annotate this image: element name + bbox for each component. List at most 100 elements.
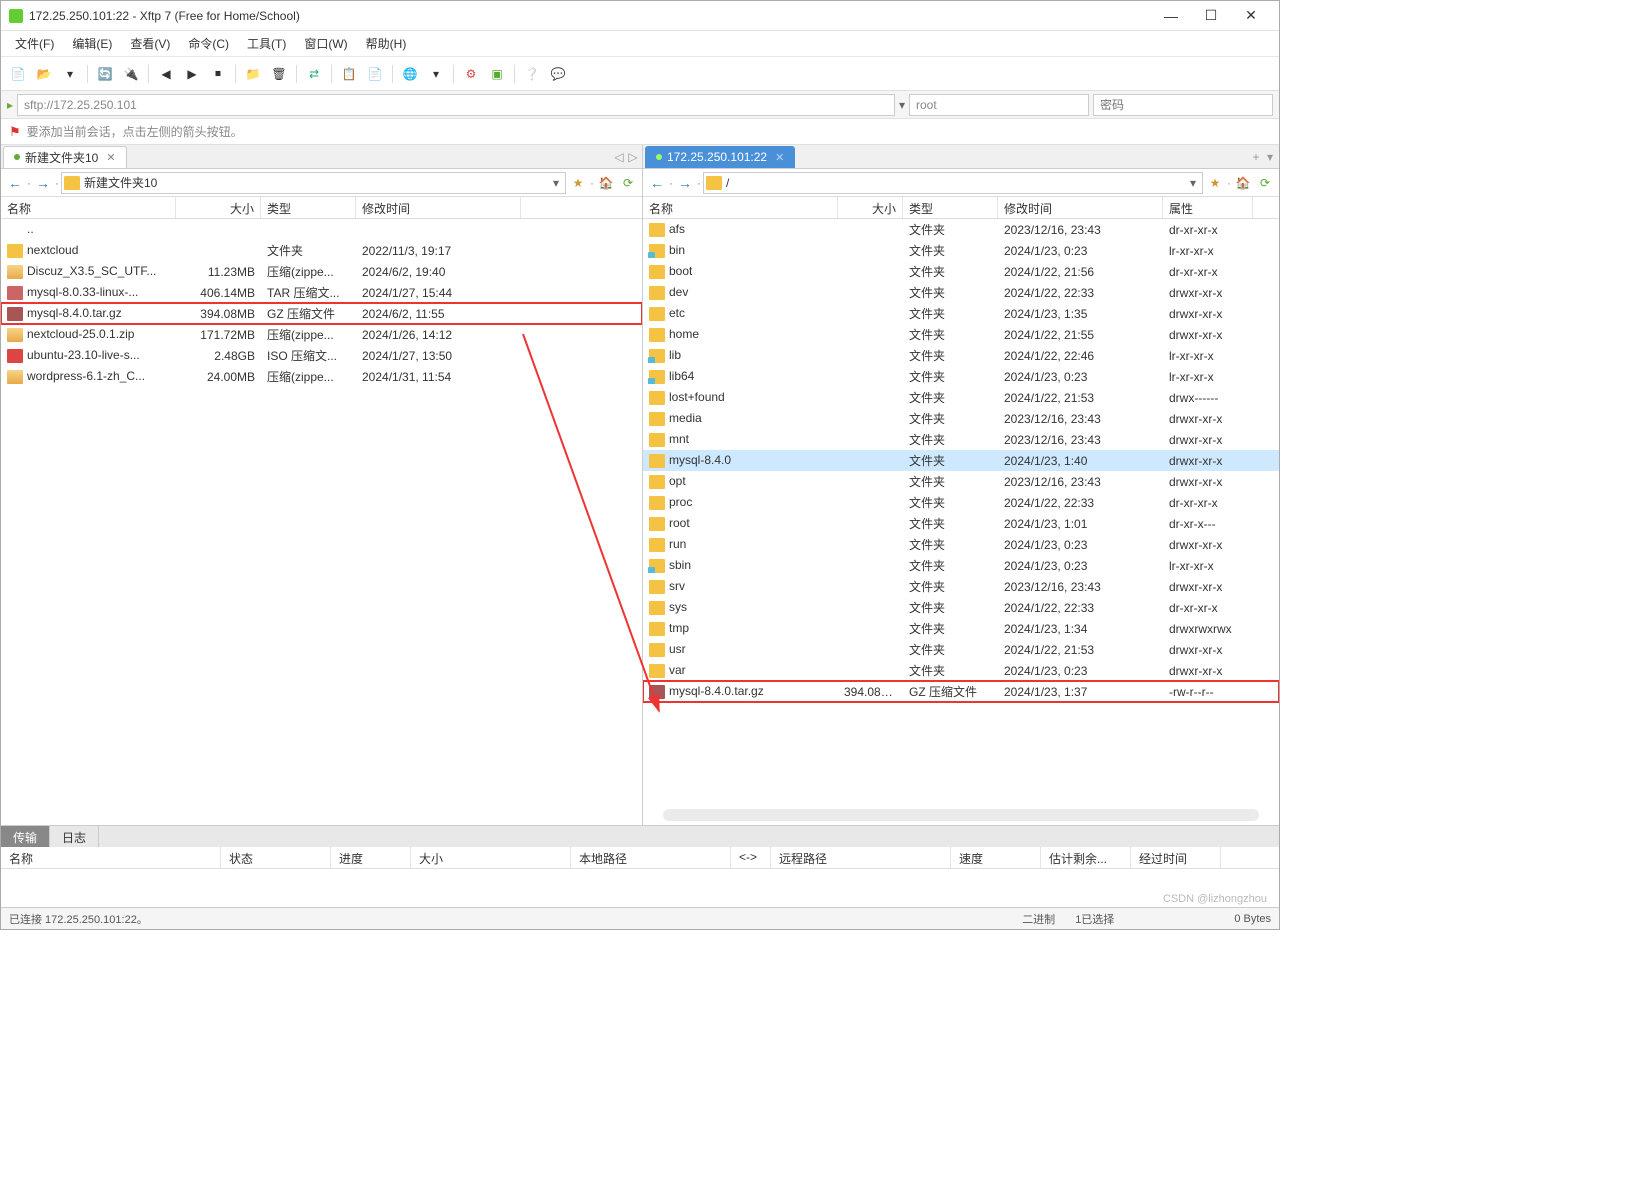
bookmark-icon[interactable]: ★ xyxy=(1205,173,1225,193)
file-row[interactable]: lib文件夹2024/1/22, 22:46lr-xr-xr-x xyxy=(643,345,1279,366)
file-row[interactable]: boot文件夹2024/1/22, 21:56dr-xr-xr-x xyxy=(643,261,1279,282)
home-icon[interactable]: 🏠 xyxy=(1233,173,1253,193)
nav-forward[interactable]: → xyxy=(675,173,695,193)
file-row[interactable]: lost+found文件夹2024/1/22, 21:53drwx------ xyxy=(643,387,1279,408)
web-button[interactable]: 🌐 xyxy=(399,63,421,85)
nav-forward[interactable]: → xyxy=(33,173,53,193)
local-file-list[interactable]: ..nextcloud文件夹2022/11/3, 19:17Discuz_X3.… xyxy=(1,219,642,825)
remote-path-input[interactable]: / ▾ xyxy=(703,172,1203,194)
file-row[interactable]: opt文件夹2023/12/16, 23:43drwxr-xr-x xyxy=(643,471,1279,492)
help-button[interactable]: ❔ xyxy=(521,63,543,85)
transfer-col[interactable]: 进度 xyxy=(331,847,411,868)
transfer-col[interactable]: 远程路径 xyxy=(771,847,951,868)
reconnect-button[interactable]: 🔄 xyxy=(94,63,116,85)
transfer-col[interactable]: <-> xyxy=(731,847,771,868)
transfer-col[interactable]: 经过时间 xyxy=(1131,847,1221,868)
tab-menu[interactable]: ▾ xyxy=(1263,150,1277,164)
file-row[interactable]: sbin文件夹2024/1/23, 0:23lr-xr-xr-x xyxy=(643,555,1279,576)
file-row[interactable]: root文件夹2024/1/23, 1:01dr-xr-x--- xyxy=(643,513,1279,534)
file-row[interactable]: mysql-8.4.0.tar.gz394.08MBGZ 压缩文件2024/6/… xyxy=(1,303,642,324)
menu-item[interactable]: 查看(V) xyxy=(122,32,178,55)
log-tab[interactable]: 日志 xyxy=(50,826,99,847)
file-row[interactable]: mysql-8.4.0文件夹2024/1/23, 1:40drwxr-xr-x xyxy=(643,450,1279,471)
file-row[interactable]: ubuntu-23.10-live-s...2.48GBISO 压缩文...20… xyxy=(1,345,642,366)
back-button[interactable]: ◀ xyxy=(155,63,177,85)
path-dropdown[interactable]: ▾ xyxy=(549,176,563,190)
tab-close-icon[interactable]: ✕ xyxy=(106,151,115,164)
col-header-name[interactable]: 名称 xyxy=(643,197,838,218)
transfer-col[interactable]: 大小 xyxy=(411,847,571,868)
file-row[interactable]: lib64文件夹2024/1/23, 0:23lr-xr-xr-x xyxy=(643,366,1279,387)
file-row[interactable]: mnt文件夹2023/12/16, 23:43drwxr-xr-x xyxy=(643,429,1279,450)
file-row[interactable]: tmp文件夹2024/1/23, 1:34drwxrwxrwx xyxy=(643,618,1279,639)
menu-item[interactable]: 命令(C) xyxy=(180,32,237,55)
maximize-button[interactable]: ☐ xyxy=(1191,2,1231,30)
file-row[interactable]: run文件夹2024/1/23, 0:23drwxr-xr-x xyxy=(643,534,1279,555)
stop-button[interactable]: ⏹ xyxy=(207,63,229,85)
nav-back[interactable]: ← xyxy=(647,173,667,193)
tab-close-icon[interactable]: ✕ xyxy=(775,151,784,164)
settings-button[interactable]: ⚙ xyxy=(460,63,482,85)
menu-item[interactable]: 文件(F) xyxy=(7,32,62,55)
menu-item[interactable]: 编辑(E) xyxy=(64,32,120,55)
bookmark-icon[interactable]: ★ xyxy=(568,173,588,193)
file-row[interactable]: home文件夹2024/1/22, 21:55drwxr-xr-x xyxy=(643,324,1279,345)
file-row[interactable]: sys文件夹2024/1/22, 22:33dr-xr-xr-x xyxy=(643,597,1279,618)
new-session-button[interactable]: 📄 xyxy=(7,63,29,85)
file-row[interactable]: media文件夹2023/12/16, 23:43drwxr-xr-x xyxy=(643,408,1279,429)
file-row[interactable]: afs文件夹2023/12/16, 23:43dr-xr-xr-x xyxy=(643,219,1279,240)
col-header-type[interactable]: 类型 xyxy=(261,197,356,218)
chat-button[interactable]: 💬 xyxy=(547,63,569,85)
file-row[interactable]: nextcloud-25.0.1.zip171.72MB压缩(zippe...2… xyxy=(1,324,642,345)
open-button[interactable]: 📂 xyxy=(33,63,55,85)
web-dropdown[interactable]: ▾ xyxy=(425,63,447,85)
col-header-mtime[interactable]: 修改时间 xyxy=(356,197,521,218)
col-header-attr[interactable]: 属性 xyxy=(1163,197,1253,218)
local-tab[interactable]: 新建文件夹10 ✕ xyxy=(3,146,127,168)
file-row[interactable]: proc文件夹2024/1/22, 22:33dr-xr-xr-x xyxy=(643,492,1279,513)
close-button[interactable]: ✕ xyxy=(1231,2,1271,30)
file-row[interactable]: .. xyxy=(1,219,642,240)
forward-button[interactable]: ▶ xyxy=(181,63,203,85)
col-header-size[interactable]: 大小 xyxy=(838,197,903,218)
file-row[interactable]: dev文件夹2024/1/22, 22:33drwxr-xr-x xyxy=(643,282,1279,303)
file-row[interactable]: usr文件夹2024/1/22, 21:53drwxr-xr-x xyxy=(643,639,1279,660)
local-path-input[interactable]: 新建文件夹10 ▾ xyxy=(61,172,566,194)
col-header-type[interactable]: 类型 xyxy=(903,197,998,218)
minimize-button[interactable]: — xyxy=(1151,2,1191,30)
url-dropdown[interactable]: ▾ xyxy=(899,98,905,112)
url-input[interactable] xyxy=(17,94,895,116)
file-row[interactable]: mysql-8.0.33-linux-...406.14MBTAR 压缩文...… xyxy=(1,282,642,303)
terminal-button[interactable]: ▣ xyxy=(486,63,508,85)
tab-add[interactable]: + xyxy=(1249,150,1263,164)
delete-button[interactable]: 🗑 xyxy=(268,63,290,85)
file-row[interactable]: var文件夹2024/1/23, 0:23drwxr-xr-x xyxy=(643,660,1279,681)
username-input[interactable] xyxy=(909,94,1089,116)
file-row[interactable]: srv文件夹2023/12/16, 23:43drwxr-xr-x xyxy=(643,576,1279,597)
transfer-col[interactable]: 速度 xyxy=(951,847,1041,868)
nav-back[interactable]: ← xyxy=(5,173,25,193)
transfer-tab[interactable]: 传输 xyxy=(1,826,50,847)
menu-item[interactable]: 工具(T) xyxy=(239,32,294,55)
transfer-col[interactable]: 估计剩余... xyxy=(1041,847,1131,868)
tab-prev[interactable]: ◁ xyxy=(612,150,626,164)
properties-button[interactable]: 📋 xyxy=(338,63,360,85)
menu-item[interactable]: 帮助(H) xyxy=(358,32,415,55)
connect-dropdown[interactable]: ▾ xyxy=(59,63,81,85)
file-row[interactable]: Discuz_X3.5_SC_UTF...11.23MB压缩(zippe...2… xyxy=(1,261,642,282)
new-folder-button[interactable]: 📁 xyxy=(242,63,264,85)
remote-file-list[interactable]: afs文件夹2023/12/16, 23:43dr-xr-xr-xbin文件夹2… xyxy=(643,219,1279,825)
file-row[interactable]: mysql-8.4.0.tar.gz394.08MBGZ 压缩文件2024/1/… xyxy=(643,681,1279,702)
home-icon[interactable]: 🏠 xyxy=(596,173,616,193)
password-input[interactable] xyxy=(1093,94,1273,116)
file-row[interactable]: wordpress-6.1-zh_C...24.00MB压缩(zippe...2… xyxy=(1,366,642,387)
refresh-icon[interactable]: ⟳ xyxy=(618,173,638,193)
tab-next[interactable]: ▷ xyxy=(626,150,640,164)
transfer-col[interactable]: 名称 xyxy=(1,847,221,868)
transfer-col[interactable]: 状态 xyxy=(221,847,331,868)
sync-button[interactable]: ⇄ xyxy=(303,63,325,85)
transfer-col[interactable]: 本地路径 xyxy=(571,847,731,868)
col-header-mtime[interactable]: 修改时间 xyxy=(998,197,1163,218)
col-header-name[interactable]: 名称 xyxy=(1,197,176,218)
menu-item[interactable]: 窗口(W) xyxy=(296,32,355,55)
